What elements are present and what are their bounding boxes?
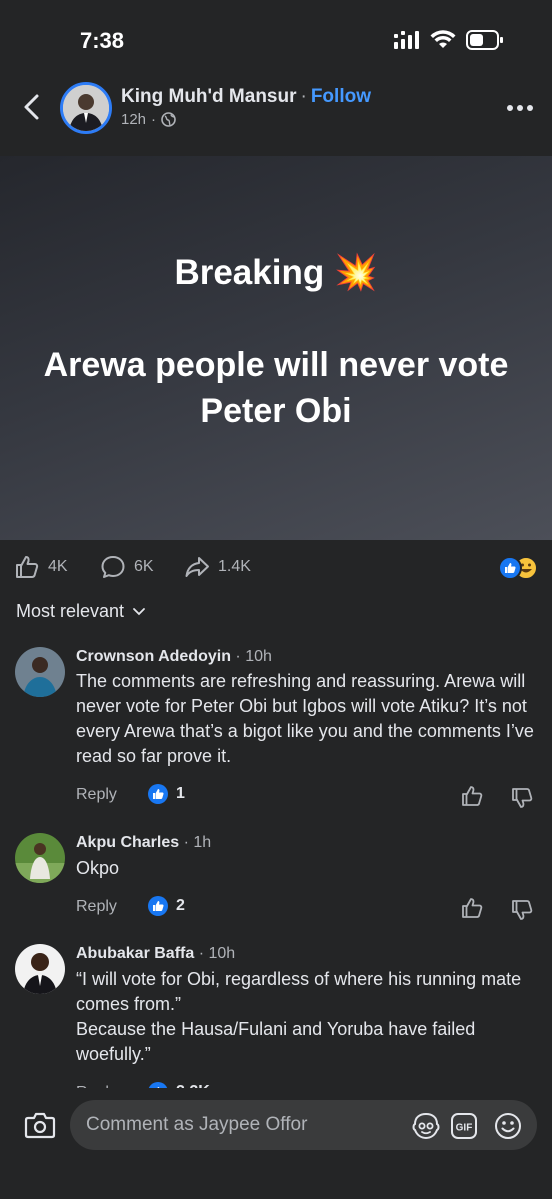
commenter-avatar-image [15,647,65,697]
author-avatar[interactable] [60,82,112,134]
separator-dot: · [300,86,307,107]
commenter-avatar-image [15,944,65,994]
like-badge-icon [148,896,168,916]
comment-button[interactable]: 6K [100,554,154,580]
sort-label: Most relevant [16,601,125,621]
status-time: 7:38 [80,28,125,53]
image-heading-text: Breaking [174,253,325,292]
comment-text-line: “I will vote for Obi, regardless of wher… [76,969,522,1014]
emoji-icon[interactable] [493,1111,523,1141]
commenter-name[interactable]: Abubakar Baffa [76,945,194,962]
commenter-avatar[interactable] [15,833,65,883]
comment-input-placeholder: Comment as Jaypee Offor [86,1114,308,1135]
post-image[interactable]: Breaking 💥 Arewa people will never vote … [0,156,552,540]
chevron-down-icon [133,607,145,615]
comment-text: Okpo [76,858,120,878]
comment-actions: Reply 2 [76,896,546,922]
sort-dropdown[interactable]: Most relevant [16,601,146,622]
thumbs-down-icon[interactable] [510,786,534,810]
status-bar: 7:38 [0,0,552,70]
camera-icon[interactable] [24,1110,56,1140]
comment-actions: Reply 1 [76,784,546,810]
thumbs-down-icon[interactable] [510,898,534,922]
like-button[interactable]: 4K [14,554,68,580]
comment-composer: Comment as Jaypee Offor GIF [0,1088,552,1199]
author-avatar-image [63,85,109,131]
post-meta: 12h · [121,111,176,128]
comment-time: · 10h [198,945,236,962]
status-icons [394,30,504,50]
avatar-sticker-icon[interactable] [411,1112,441,1140]
comment-like-count[interactable]: 1 [148,784,185,804]
comment-text-line: Because the Hausa/Fulani and Yoruba have… [76,1019,476,1064]
author-name[interactable]: King Muh'd Mansur [121,86,297,107]
wifi-icon [430,30,456,48]
commenter-name-line: Abubakar Baffa · 10h [76,945,235,963]
comment-bubble-icon [101,556,125,578]
commenter-avatar-image [15,833,65,883]
comment-like-number: 2 [176,897,185,914]
more-options-icon[interactable] [506,100,534,116]
share-button[interactable]: 1.4K [184,554,251,580]
comment-text: The comments are refreshing and reassuri… [76,671,534,766]
meta-dot: · [151,111,157,128]
commenter-name[interactable]: Crownson Adedoyin [76,648,231,665]
like-badge-icon [148,784,168,804]
comment-count: 6K [134,558,154,575]
like-count: 4K [48,558,68,575]
reaction-bar: 4K 6K 1.4K [0,550,552,590]
author-line: King Muh'd Mansur · Follow [121,86,371,108]
explosion-emoji: 💥 [333,253,378,292]
commenter-name-line: Crownson Adedoyin · 10h [76,648,272,666]
reaction-emojis-icon[interactable] [498,556,538,580]
comment-time: · 10h [235,648,272,665]
commenter-avatar[interactable] [15,647,65,697]
commenter-name[interactable]: Akpu Charles [76,834,179,851]
post-header: King Muh'd Mansur · Follow 12h · [0,70,552,156]
thumbs-up-icon[interactable] [460,784,484,808]
reply-button[interactable]: Reply [76,898,117,916]
battery-icon [466,30,503,50]
back-arrow-icon[interactable] [18,92,48,122]
thumbs-up-icon[interactable] [460,896,484,920]
post-time[interactable]: 12h [121,111,146,128]
share-count: 1.4K [218,558,251,575]
svg-text:GIF: GIF [456,1123,473,1134]
comment-like-count[interactable]: 2 [148,896,185,916]
image-headline: Arewa people will never vote Peter Obi [43,346,509,430]
cellular-signal-icon [394,31,419,49]
comment-like-number: 1 [176,785,185,802]
follow-button[interactable]: Follow [311,86,371,107]
reply-button[interactable]: Reply [76,786,117,804]
thumbs-up-icon [16,556,39,578]
comment-time: · 1h [183,834,212,851]
image-heading: Breaking 💥 [0,252,552,293]
commenter-name-line: Akpu Charles · 1h [76,834,211,852]
gif-icon[interactable]: GIF [449,1111,479,1141]
comment-text: “I will vote for Obi, regardless of wher… [76,967,536,1067]
comment-input[interactable]: Comment as Jaypee Offor GIF [70,1100,537,1150]
share-arrow-icon [185,557,209,577]
globe-icon [161,112,176,127]
commenter-avatar[interactable] [15,944,65,994]
